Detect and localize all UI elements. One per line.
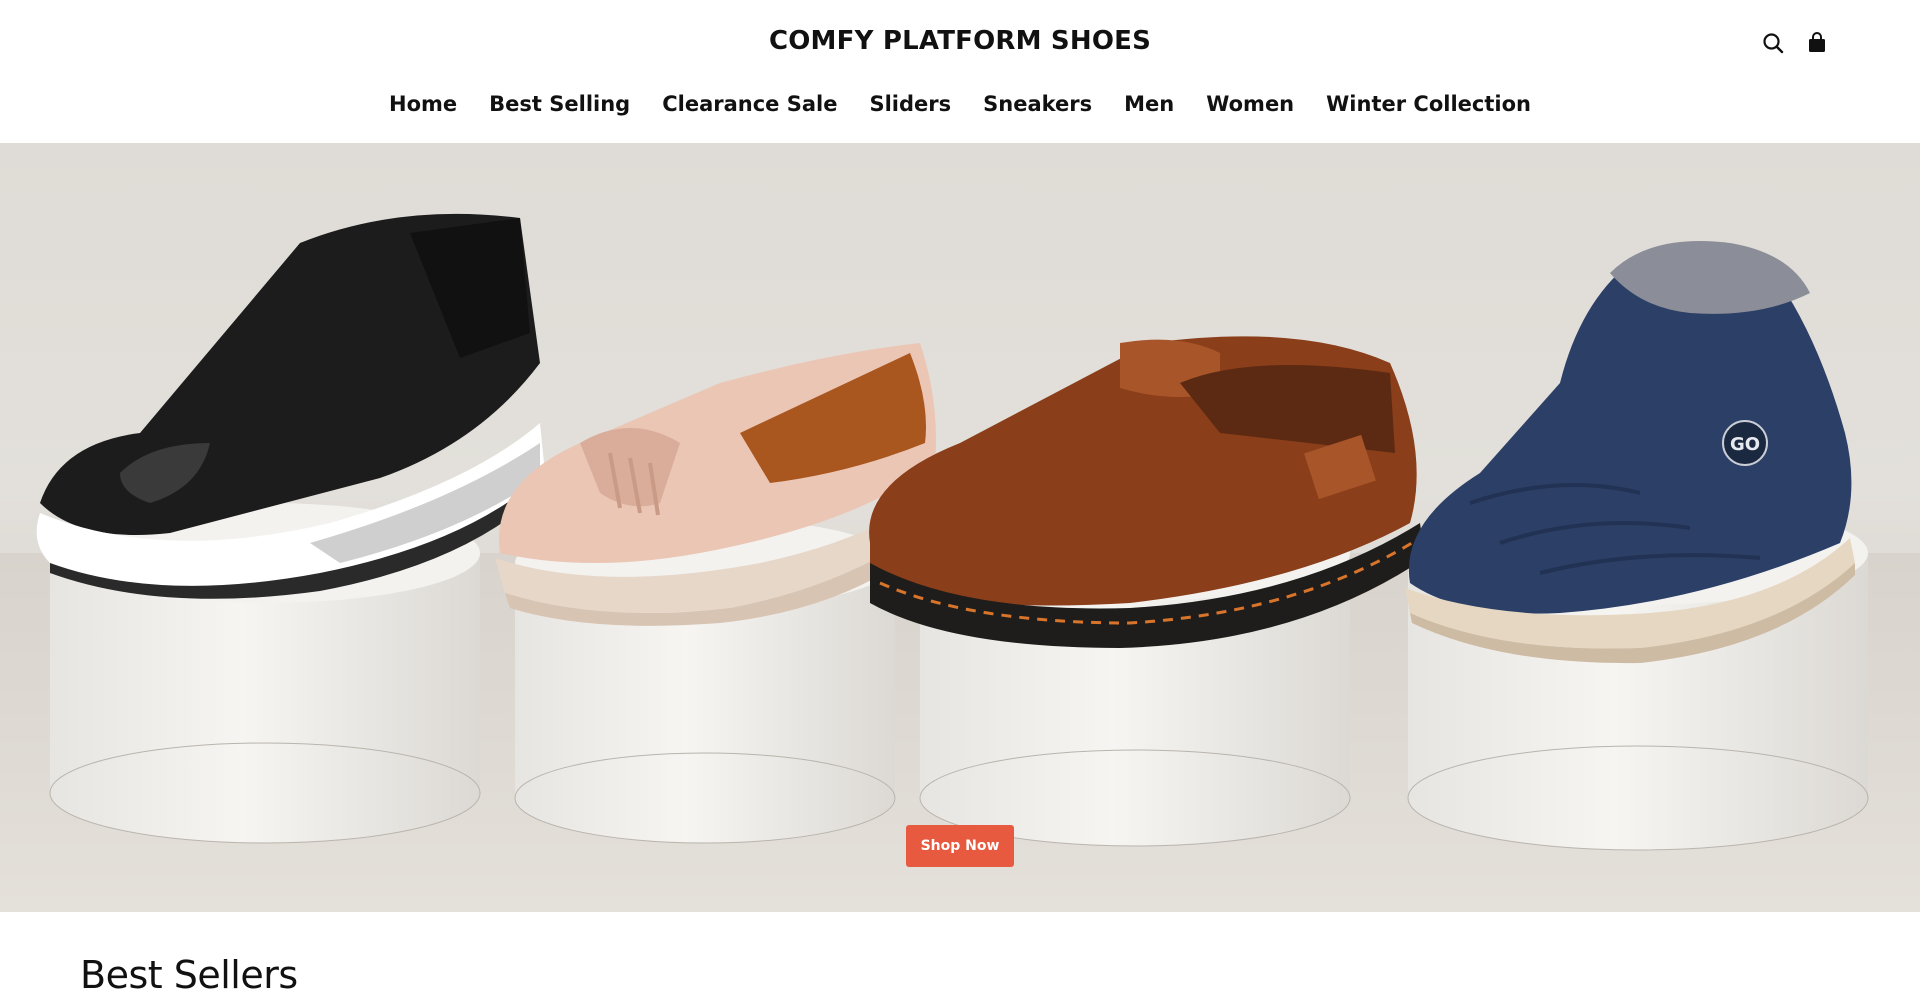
shop-now-button[interactable]: Shop Now — [906, 825, 1014, 867]
bag-icon[interactable] — [1804, 30, 1830, 56]
nav-item-men[interactable]: Men — [1108, 92, 1190, 116]
nav-item-home[interactable]: Home — [373, 92, 473, 116]
boot-badge: GO — [1730, 434, 1760, 455]
header-icons — [1760, 30, 1830, 56]
nav-item-winter-collection[interactable]: Winter Collection — [1310, 92, 1547, 116]
hero-banner[interactable]: GO — [0, 143, 1920, 912]
best-sellers-heading: Best Sellers — [80, 953, 298, 993]
main-nav: Home Best Selling Clearance Sale Sliders… — [0, 92, 1920, 116]
black-sandal — [36, 213, 546, 599]
nav-item-women[interactable]: Women — [1190, 92, 1310, 116]
hero-product-image: GO — [0, 213, 1920, 912]
site-logo[interactable]: COMFY PLATFORM SHOES — [0, 26, 1920, 56]
navy-boot: GO — [1405, 241, 1855, 664]
search-icon[interactable] — [1760, 30, 1786, 56]
nav-item-sliders[interactable]: Sliders — [853, 92, 967, 116]
site-header: COMFY PLATFORM SHOES Home Best Selling C… — [0, 0, 1920, 143]
nav-item-clearance-sale[interactable]: Clearance Sale — [646, 92, 853, 116]
nav-item-sneakers[interactable]: Sneakers — [967, 92, 1108, 116]
nav-item-best-selling[interactable]: Best Selling — [473, 92, 646, 116]
